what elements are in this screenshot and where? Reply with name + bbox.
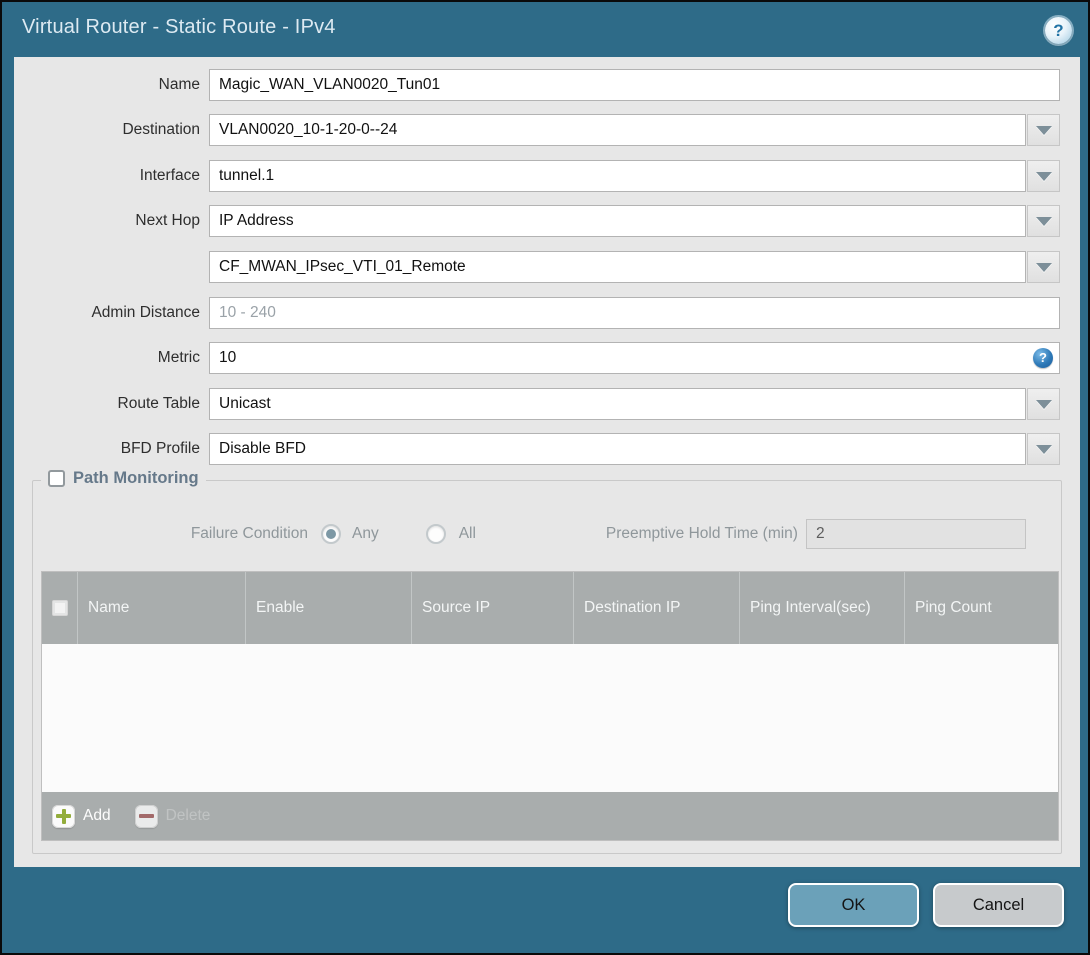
column-header-name[interactable]: Name [77,572,245,644]
form-row-next-hop-address [14,251,1080,283]
next-hop-label: Next Hop [135,212,200,229]
form-row-route-table: Route Table [14,388,1080,420]
next-hop-type-dropdown-button[interactable] [1027,205,1060,237]
column-header-ping-count[interactable]: Ping Count [904,572,1058,644]
failure-condition-all-label: All [458,525,476,542]
column-header-enable[interactable]: Enable [245,572,411,644]
name-input[interactable] [209,69,1060,101]
failure-condition-radio-all[interactable] [425,524,446,544]
chevron-down-icon [1035,216,1052,226]
preemptive-hold-time-label: Preemptive Hold Time (min) [605,525,798,542]
metric-help-icon[interactable]: ? [1033,348,1053,368]
next-hop-address-dropdown-button[interactable] [1027,251,1060,283]
destination-dropdown-button[interactable] [1027,114,1060,146]
chevron-down-icon [1035,171,1052,181]
admin-distance-input[interactable] [209,297,1060,329]
dialog-titlebar: Virtual Router - Static Route - IPv4 ? [2,2,1088,57]
path-monitoring-table-toolbar: Add Delete [42,792,1058,840]
failure-condition-any-label: Any [352,525,379,542]
failure-condition-label: Failure Condition [190,525,308,542]
form-row-metric: Metric ? [14,342,1080,374]
table-select-all-checkbox[interactable] [51,600,68,616]
plus-icon [52,804,75,828]
form-row-next-hop: Next Hop [14,205,1080,237]
minus-icon [134,804,158,828]
failure-condition-radio-any[interactable] [321,524,341,544]
metric-input[interactable] [209,342,1060,374]
path-monitoring-checkbox[interactable] [48,470,65,487]
path-monitoring-title: Path Monitoring [73,469,199,487]
chevron-down-icon [1035,399,1052,409]
chevron-down-icon [1035,125,1052,135]
path-monitoring-table-body [42,644,1058,792]
bfd-profile-label: BFD Profile [120,440,200,457]
form-row-interface: Interface [14,160,1080,192]
metric-label: Metric [157,349,200,366]
path-monitoring-fieldset: Path Monitoring Failure Condition Any Al… [32,469,1062,854]
path-monitoring-table-header: Name Enable Source IP Destination IP Pin… [42,572,1058,644]
destination-label: Destination [122,121,200,138]
chevron-down-icon [1035,444,1052,454]
preemptive-hold-time-input[interactable] [805,519,1026,549]
column-header-destination-ip[interactable]: Destination IP [573,572,739,644]
route-table-label: Route Table [117,395,200,412]
next-hop-type-input[interactable] [209,205,1026,237]
route-table-input[interactable] [209,388,1026,420]
table-select-all-cell [42,572,77,644]
add-button[interactable]: Add [52,804,111,828]
form-row-destination: Destination [14,114,1080,146]
help-icon[interactable]: ? [1045,17,1072,44]
interface-dropdown-button[interactable] [1027,160,1060,192]
bfd-profile-dropdown-button[interactable] [1027,433,1060,465]
form-row-bfd-profile: BFD Profile [14,433,1080,465]
route-table-dropdown-button[interactable] [1027,388,1060,420]
next-hop-address-input[interactable] [209,251,1026,283]
interface-input[interactable] [209,160,1026,192]
failure-condition-row: Failure Condition Any All Preemptive Hol… [33,519,1061,549]
path-monitoring-table: Name Enable Source IP Destination IP Pin… [41,571,1059,841]
dialog-content: Name Destination Interface Next Hop [14,57,1080,867]
destination-input[interactable] [209,114,1026,146]
delete-button[interactable]: Delete [134,804,211,828]
delete-button-label: Delete [165,807,211,824]
static-route-dialog: Virtual Router - Static Route - IPv4 ? N… [0,0,1090,955]
chevron-down-icon [1035,262,1052,272]
add-button-label: Add [83,807,111,824]
ok-button[interactable]: OK [788,883,919,927]
bfd-profile-input[interactable] [209,433,1026,465]
admin-distance-label: Admin Distance [91,304,200,321]
form-row-name: Name [14,69,1080,101]
name-label: Name [158,76,200,93]
form-row-admin-distance: Admin Distance [14,297,1080,329]
path-monitoring-legend: Path Monitoring [41,469,206,488]
dialog-title: Virtual Router - Static Route - IPv4 [22,16,336,38]
column-header-ping-interval[interactable]: Ping Interval(sec) [739,572,904,644]
interface-label: Interface [139,167,200,184]
cancel-button[interactable]: Cancel [933,883,1064,927]
column-header-source-ip[interactable]: Source IP [411,572,573,644]
